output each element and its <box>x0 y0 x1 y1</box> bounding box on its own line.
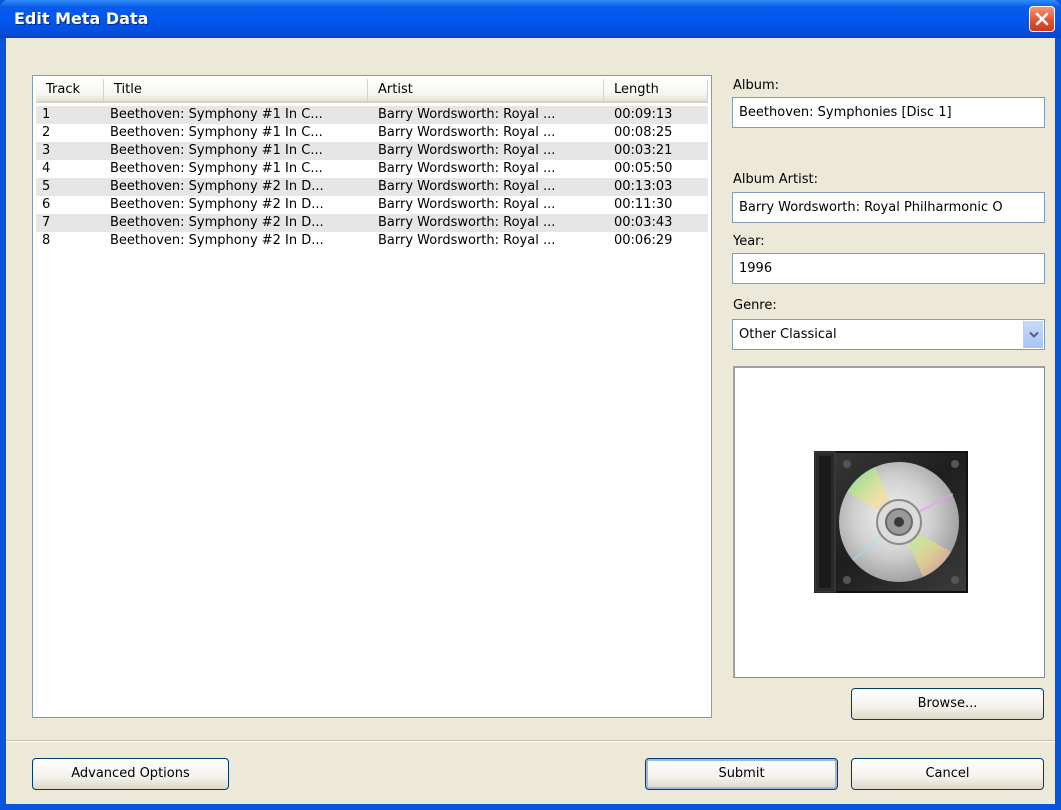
album-art-panel <box>733 366 1045 678</box>
track-artist: Barry Wordsworth: Royal ... <box>378 215 556 230</box>
track-number: 6 <box>42 197 51 212</box>
track-artist: Barry Wordsworth: Royal ... <box>378 233 556 248</box>
track-title: Beethoven: Symphony #2 In D... <box>110 215 324 230</box>
genre-selected-value: Other Classical <box>739 327 837 342</box>
year-field[interactable]: 1996 <box>732 253 1045 284</box>
track-title: Beethoven: Symphony #1 In C... <box>110 161 323 176</box>
track-length: 00:03:21 <box>614 143 673 158</box>
column-header-length[interactable]: Length <box>604 79 708 101</box>
genre-dropdown-button[interactable] <box>1023 321 1043 348</box>
album-artist-label: Album Artist: <box>733 172 818 187</box>
album-label: Album: <box>733 78 780 93</box>
track-title: Beethoven: Symphony #1 In C... <box>110 143 323 158</box>
track-number: 7 <box>42 215 51 230</box>
track-length: 00:08:25 <box>614 125 673 140</box>
year-label: Year: <box>733 234 765 249</box>
genre-select[interactable]: Other Classical <box>732 319 1045 350</box>
table-row[interactable]: 7 Beethoven: Symphony #2 In D... Barry W… <box>36 214 708 232</box>
track-title: Beethoven: Symphony #2 In D... <box>110 233 324 248</box>
album-artist-field[interactable]: Barry Wordsworth: Royal Philharmonic O <box>732 192 1045 223</box>
track-number: 3 <box>42 143 51 158</box>
footer-divider <box>6 740 1055 742</box>
table-row[interactable]: 3 Beethoven: Symphony #1 In C... Barry W… <box>36 142 708 160</box>
track-length: 00:05:50 <box>614 161 673 176</box>
track-length: 00:03:43 <box>614 215 673 230</box>
genre-label: Genre: <box>733 298 777 313</box>
track-artist: Barry Wordsworth: Royal ... <box>378 107 556 122</box>
track-list-header: Track Title Artist Length <box>36 79 708 103</box>
column-header-artist[interactable]: Artist <box>368 79 604 101</box>
table-row[interactable]: 8 Beethoven: Symphony #2 In D... Barry W… <box>36 232 708 250</box>
track-list[interactable]: Track Title Artist Length 1 Beethoven: S… <box>32 75 712 718</box>
track-artist: Barry Wordsworth: Royal ... <box>378 125 556 140</box>
track-number: 2 <box>42 125 51 140</box>
track-artist: Barry Wordsworth: Royal ... <box>378 197 556 212</box>
track-rows: 1 Beethoven: Symphony #1 In C... Barry W… <box>36 106 708 250</box>
browse-button[interactable]: Browse... <box>851 688 1044 720</box>
track-length: 00:09:13 <box>614 107 673 122</box>
album-field[interactable]: Beethoven: Symphonies [Disc 1] <box>732 97 1045 128</box>
track-title: Beethoven: Symphony #2 In D... <box>110 197 324 212</box>
track-number: 8 <box>42 233 51 248</box>
column-header-title[interactable]: Title <box>104 79 368 101</box>
chevron-down-icon <box>1028 331 1039 338</box>
title-bar[interactable]: Edit Meta Data <box>0 0 1061 38</box>
track-title: Beethoven: Symphony #1 In C... <box>110 125 323 140</box>
track-length: 00:13:03 <box>614 179 673 194</box>
track-artist: Barry Wordsworth: Royal ... <box>378 143 556 158</box>
track-length: 00:06:29 <box>614 233 673 248</box>
track-number: 1 <box>42 107 51 122</box>
column-header-track[interactable]: Track <box>36 79 104 101</box>
close-button[interactable] <box>1029 6 1055 32</box>
track-number: 5 <box>42 179 51 194</box>
table-row[interactable]: 4 Beethoven: Symphony #1 In C... Barry W… <box>36 160 708 178</box>
table-row[interactable]: 1 Beethoven: Symphony #1 In C... Barry W… <box>36 106 708 124</box>
advanced-options-button[interactable]: Advanced Options <box>32 758 229 790</box>
submit-button[interactable]: Submit <box>645 758 838 790</box>
cd-case-icon <box>814 451 968 593</box>
track-artist: Barry Wordsworth: Royal ... <box>378 179 556 194</box>
table-row[interactable]: 2 Beethoven: Symphony #1 In C... Barry W… <box>36 124 708 142</box>
close-icon <box>1035 12 1049 26</box>
track-length: 00:11:30 <box>614 197 673 212</box>
dialog-title: Edit Meta Data <box>14 9 149 28</box>
table-row[interactable]: 5 Beethoven: Symphony #2 In D... Barry W… <box>36 178 708 196</box>
table-row[interactable]: 6 Beethoven: Symphony #2 In D... Barry W… <box>36 196 708 214</box>
track-number: 4 <box>42 161 51 176</box>
track-title: Beethoven: Symphony #1 In C... <box>110 107 323 122</box>
track-title: Beethoven: Symphony #2 In D... <box>110 179 324 194</box>
cancel-button[interactable]: Cancel <box>851 758 1044 790</box>
track-artist: Barry Wordsworth: Royal ... <box>378 161 556 176</box>
